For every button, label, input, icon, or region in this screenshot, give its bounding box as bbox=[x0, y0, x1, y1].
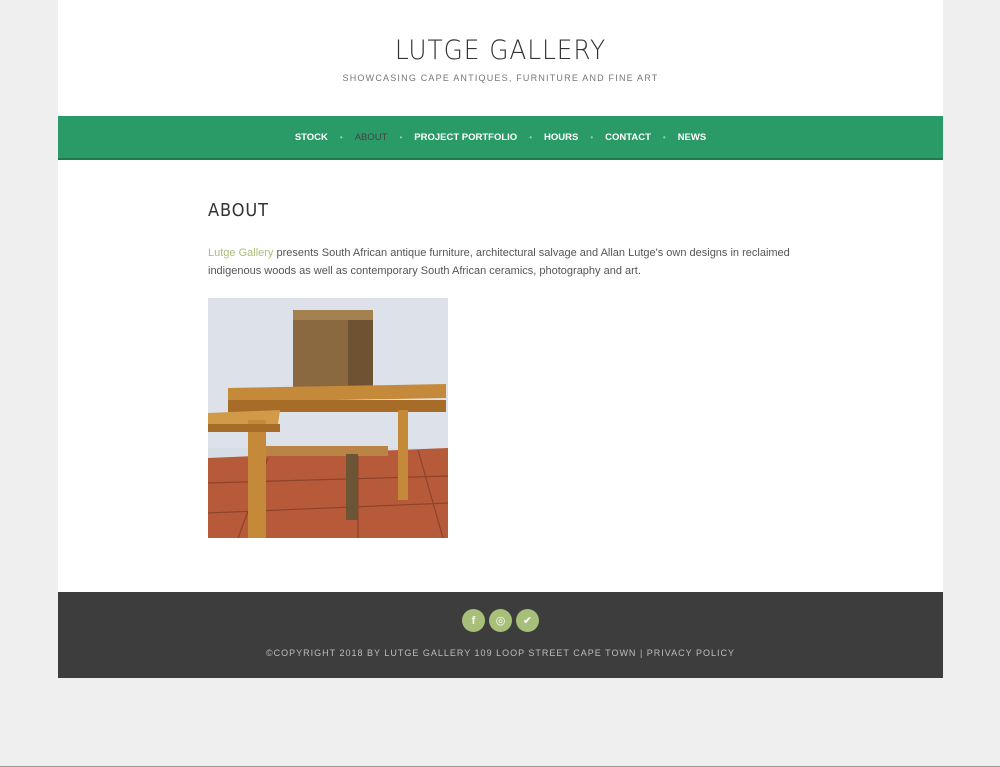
intro-paragraph: Lutge Gallery presents South African ant… bbox=[208, 244, 798, 280]
nav-item-contact[interactable]: CONTACT • bbox=[605, 132, 678, 143]
copyright-line: ©COPYRIGHT 2018 BY LUTGE GALLERY 109 LOO… bbox=[58, 648, 943, 658]
furniture-photo bbox=[208, 298, 448, 538]
copyright-text: ©COPYRIGHT 2018 BY LUTGE GALLERY 109 LOO… bbox=[266, 648, 637, 658]
site-title[interactable]: LUTGE GALLERY bbox=[93, 35, 907, 66]
nav-separator: • bbox=[662, 132, 666, 142]
furniture-photo-illustration bbox=[208, 298, 448, 538]
nav-item-project-portfolio[interactable]: PROJECT PORTFOLIO • bbox=[414, 132, 544, 143]
copyright-divider: | bbox=[636, 648, 647, 658]
nav-item-news[interactable]: NEWS bbox=[678, 132, 707, 143]
nav-separator: • bbox=[399, 132, 403, 142]
nav-separator: • bbox=[590, 132, 594, 142]
gallery-link[interactable]: Lutge Gallery bbox=[208, 247, 273, 259]
site-footer: f ◎ ✔ ©COPYRIGHT 2018 BY LUTGE GALLERY 1… bbox=[58, 592, 943, 678]
instagram-icon[interactable]: ◎ bbox=[489, 609, 512, 632]
page-container: LUTGE GALLERY SHOWCASING CAPE ANTIQUES, … bbox=[58, 0, 943, 678]
nav-item-stock[interactable]: STOCK • bbox=[295, 132, 355, 143]
nav-item-about[interactable]: ABOUT • bbox=[355, 132, 415, 143]
nav-separator: • bbox=[529, 132, 533, 142]
facebook-icon[interactable]: f bbox=[462, 609, 485, 632]
intro-text: presents South African antique furniture… bbox=[208, 247, 790, 277]
nav-item-hours[interactable]: HOURS • bbox=[544, 132, 605, 143]
site-tagline: SHOWCASING CAPE ANTIQUES, FURNITURE AND … bbox=[342, 73, 659, 83]
twitter-icon[interactable]: ✔ bbox=[516, 609, 539, 632]
main-content: ABOUT Lutge Gallery presents South Afric… bbox=[58, 160, 943, 592]
main-nav: STOCK • ABOUT • PROJECT PORTFOLIO • HOURS • … bbox=[58, 116, 943, 160]
privacy-policy-link[interactable]: PRIVACY POLICY bbox=[647, 648, 735, 658]
page-title: ABOUT bbox=[208, 200, 269, 221]
nav-separator: • bbox=[339, 132, 343, 142]
social-links: f ◎ ✔ bbox=[58, 609, 943, 632]
site-header: LUTGE GALLERY SHOWCASING CAPE ANTIQUES, … bbox=[58, 0, 943, 116]
